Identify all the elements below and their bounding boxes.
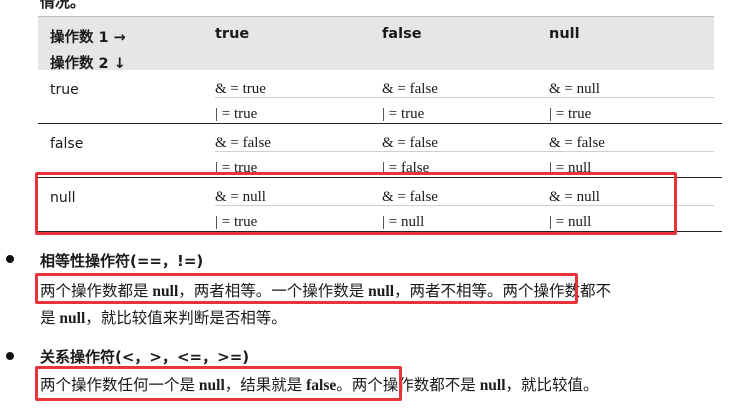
section-title-equality: 相等性操作符(==，!=) (40, 252, 204, 270)
header-operand1: 操作数 1 → (50, 30, 126, 46)
bullet-dot (6, 255, 14, 263)
and-result: & = false (215, 135, 271, 151)
top-text-fragment: 情况。 (40, 0, 86, 11)
or-result: | = true (382, 106, 425, 122)
header-col-true: true (215, 26, 250, 42)
or-result: | = true (215, 106, 258, 122)
row-label: false (50, 136, 84, 152)
and-result: & = false (382, 81, 438, 97)
header-col-null: null (549, 26, 580, 42)
equality-line-2: 是 null，就比较值来判断是否相等。 (40, 310, 287, 327)
or-result: | = true (549, 106, 592, 122)
and-result: & = true (215, 81, 266, 97)
highlight-relational-text (35, 366, 402, 401)
and-result: & = false (382, 135, 438, 151)
and-result: & = false (549, 135, 605, 151)
table-row: true & = true & = false & = null | = tru… (38, 70, 722, 124)
row-label: true (50, 82, 79, 98)
section-title-relational: 关系操作符(<，>，<=，>=) (40, 348, 250, 366)
header-col-false: false (382, 26, 422, 42)
highlight-null-row (35, 172, 677, 235)
cell-divider (215, 97, 714, 98)
bullet-dot (6, 352, 14, 360)
cell-divider (215, 151, 714, 152)
table-header: 操作数 1 → 操作数 2 ↓ true false null (38, 16, 714, 72)
and-result: & = null (549, 81, 600, 97)
table-row: false & = false & = false & = false | = … (38, 124, 722, 178)
highlight-equality-text (35, 273, 578, 304)
